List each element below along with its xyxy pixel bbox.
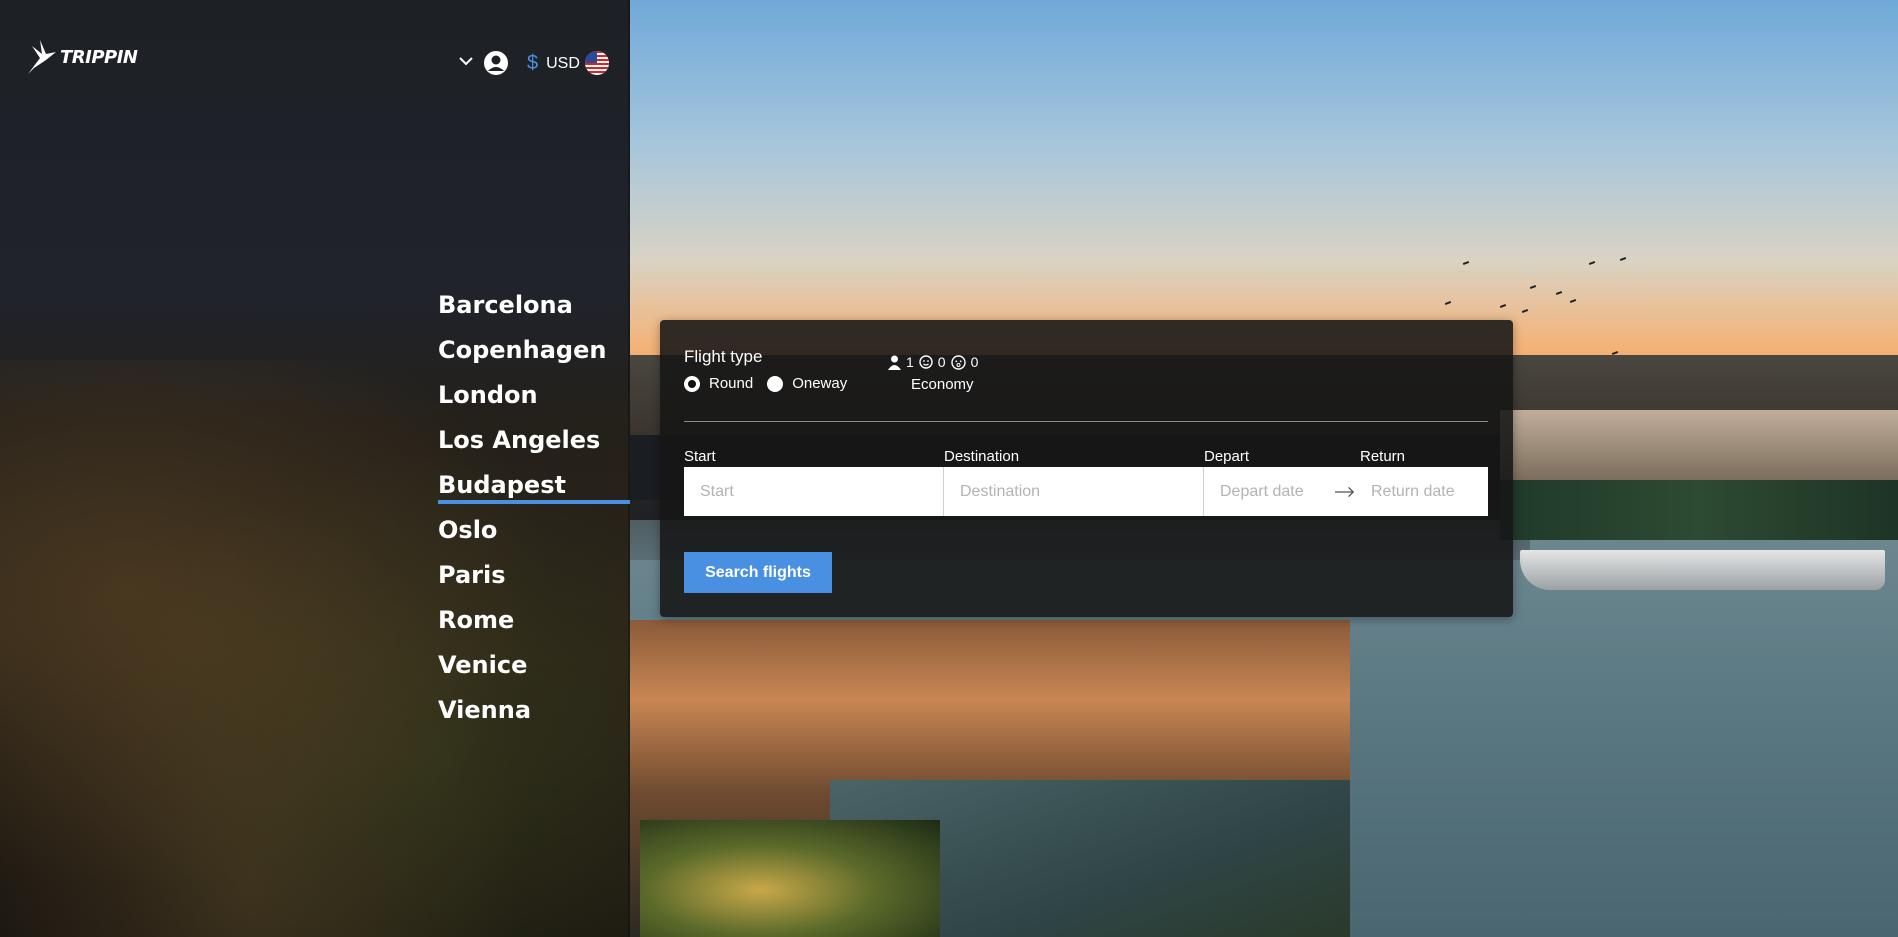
return-label: Return bbox=[1360, 448, 1406, 465]
adult-icon bbox=[888, 355, 901, 370]
active-city-indicator bbox=[438, 500, 630, 504]
round-label[interactable]: Round bbox=[709, 375, 753, 392]
language-selector[interactable] bbox=[584, 50, 610, 81]
foreground-foliage bbox=[640, 820, 940, 937]
city-rome[interactable]: Rome bbox=[438, 601, 606, 646]
search-fields bbox=[684, 467, 1488, 516]
city-paris[interactable]: Paris bbox=[438, 556, 606, 601]
us-flag-icon bbox=[584, 50, 610, 81]
start-label: Start bbox=[684, 448, 716, 465]
city-barcelona[interactable]: Barcelona bbox=[438, 286, 606, 331]
city-list: Barcelona Copenhagen London Los Angeles … bbox=[438, 286, 606, 736]
city-london[interactable]: London bbox=[438, 376, 606, 421]
user-icon bbox=[483, 50, 509, 81]
currency-code: USD bbox=[546, 54, 580, 72]
oneway-label[interactable]: Oneway bbox=[792, 375, 847, 392]
depart-label: Depart bbox=[1204, 448, 1250, 465]
depart-date-input[interactable] bbox=[1204, 467, 1335, 516]
round-radio[interactable] bbox=[684, 375, 700, 392]
arrow-right-icon bbox=[1335, 467, 1355, 516]
cabin-class[interactable]: Economy bbox=[911, 376, 974, 393]
infant-icon bbox=[950, 354, 966, 370]
child-icon bbox=[919, 355, 933, 369]
account-dropdown-toggle[interactable] bbox=[458, 54, 474, 72]
start-input[interactable] bbox=[684, 467, 943, 516]
adult-count: 1 bbox=[906, 354, 914, 370]
logo-text: TRIPPIN bbox=[60, 46, 138, 68]
city-oslo[interactable]: Oslo bbox=[438, 511, 606, 556]
riverside-trees bbox=[1500, 480, 1898, 540]
currency-symbol: $ bbox=[527, 52, 539, 74]
logo[interactable]: TRIPPIN bbox=[26, 38, 138, 76]
card-divider bbox=[684, 421, 1488, 422]
infant-count: 0 bbox=[970, 354, 979, 370]
chevron-down-icon bbox=[458, 54, 474, 72]
city-venice[interactable]: Venice bbox=[438, 646, 606, 691]
flight-type-label: Flight type bbox=[684, 347, 763, 366]
city-budapest[interactable]: Budapest bbox=[438, 466, 606, 511]
currency-selector[interactable]: $ USD bbox=[527, 52, 580, 75]
return-date-input[interactable] bbox=[1355, 467, 1488, 516]
search-flights-button[interactable]: Search flights bbox=[684, 552, 832, 593]
flight-type-options: Round Oneway bbox=[684, 375, 861, 392]
city-copenhagen[interactable]: Copenhagen bbox=[438, 331, 606, 376]
child-count: 0 bbox=[937, 354, 946, 370]
oneway-radio[interactable] bbox=[767, 375, 784, 392]
panel-divider bbox=[628, 0, 630, 937]
destination-label: Destination bbox=[944, 448, 1020, 465]
river-boat bbox=[1520, 550, 1885, 590]
destination-input[interactable] bbox=[944, 467, 1203, 516]
city-vienna[interactable]: Vienna bbox=[438, 691, 606, 736]
city-los-angeles[interactable]: Los Angeles bbox=[438, 421, 606, 466]
flight-search-card: Flight type Round Oneway 1 0 0 Economy S… bbox=[660, 320, 1513, 617]
bird-logo-icon bbox=[26, 38, 58, 76]
passenger-selector[interactable]: 1 0 0 bbox=[888, 354, 978, 370]
user-menu[interactable] bbox=[483, 50, 509, 81]
